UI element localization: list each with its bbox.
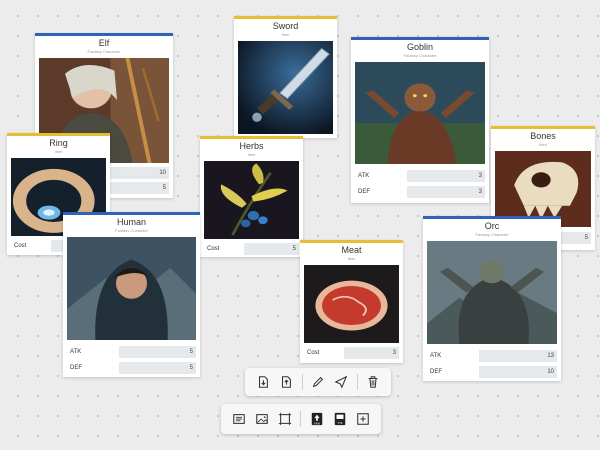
add-icon[interactable] [355,411,371,427]
fan-badge-text: FAN [314,421,320,425]
stat-row: ATK 13 [427,350,557,362]
card-title: Sword [272,21,299,31]
stat-row: Cost 5 [204,243,299,255]
stat-value[interactable]: 10 [109,167,169,179]
stat-value[interactable]: 3 [407,186,485,198]
card-subtitle: Fantasy Character [115,228,148,233]
send-icon[interactable] [333,374,349,390]
stat-row: ATK 3 [355,170,485,182]
card-title: Elf [98,38,110,48]
trash-icon[interactable] [365,374,381,390]
card-actions-toolbar [245,368,391,396]
card-subtitle: Fantasy Character [403,53,437,58]
stat-row: DEF 5 [67,362,196,374]
stat-row: ATK 5 [67,346,196,358]
card-sword[interactable]: Sword Item [234,16,337,138]
card-art-meat [304,265,399,343]
card-subtitle: Fantasy Character [475,232,509,237]
card-title: Human [116,217,146,227]
card-art-sword [238,41,333,134]
toolbar-divider [356,374,358,390]
image-icon[interactable] [254,411,270,427]
frame-icon[interactable] [277,411,293,427]
card-subtitle: Item [247,152,256,157]
card-title: Goblin [406,42,433,52]
ttf-badge-text: TTF [337,421,343,425]
card-meat[interactable]: Meat Item Cost 3 [300,240,403,363]
card-title: Orc [484,221,500,231]
stat-value[interactable]: 5 [119,346,196,358]
stat-value[interactable]: 10 [479,366,557,378]
card-art-human [67,237,196,340]
card-ttf-icon[interactable]: TTF [332,411,348,427]
card-title: Ring [49,138,68,148]
upload-icon[interactable] [278,374,294,390]
card-subtitle: Item [347,256,356,261]
card-art-orc [427,241,557,344]
card-art-goblin [355,62,485,164]
toolbar-divider [300,411,302,427]
stat-value[interactable]: 5 [109,182,169,194]
card-title: Meat [341,245,362,255]
card-fan-icon[interactable]: FAN [309,411,325,427]
card-orc[interactable]: Orc Fantasy Character ATK 13 DEF 10 [423,216,561,381]
stat-value[interactable]: 3 [407,170,485,182]
card-human[interactable]: Human Fantasy Character ATK 5 DEF 5 [63,212,200,377]
stat-value[interactable]: 3 [344,347,399,359]
pen-icon[interactable] [310,374,326,390]
card-subtitle: Item [539,142,547,147]
download-icon[interactable] [255,374,271,390]
stat-row: DEF 10 [427,366,557,378]
stat-value[interactable]: 5 [244,243,299,255]
card-subtitle: Item [281,32,290,37]
card-subtitle: Fantasy Character [87,49,121,54]
card-title: Herbs [239,141,264,151]
card-goblin[interactable]: Goblin Fantasy Character ATK 3 DEF 3 [351,37,489,203]
toolbar-divider [301,374,303,390]
card-art-herbs [204,161,299,239]
stat-value[interactable]: 13 [479,350,557,362]
stat-value[interactable]: 5 [119,362,196,374]
stat-row: DEF 3 [355,186,485,198]
insert-toolbar: FAN TTF [221,404,381,434]
card-herbs[interactable]: Herbs Item Cost 5 [200,136,303,257]
stat-row: Cost 3 [304,347,399,359]
card-subtitle: Item [54,149,63,154]
card-title: Bones [530,131,556,141]
text-icon[interactable] [231,411,247,427]
